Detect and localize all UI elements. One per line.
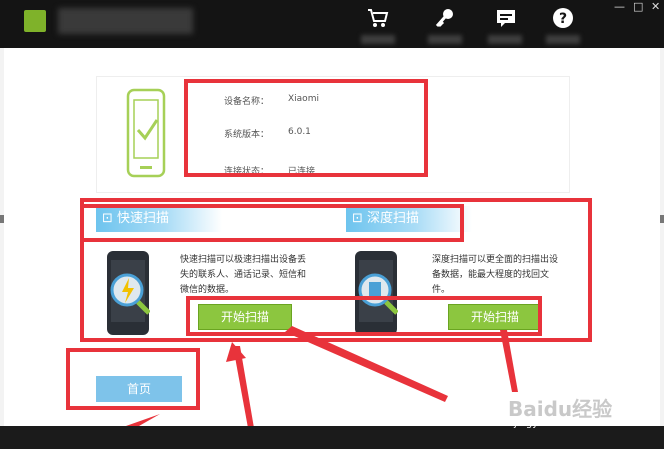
annotation-arrow <box>226 342 246 362</box>
annotation-arrow <box>285 326 448 402</box>
watermark-url: jingyan.baidu.com <box>514 418 607 429</box>
annotation-arrow <box>500 330 518 392</box>
bottom-bar <box>0 426 664 449</box>
annotation-arrows <box>126 326 518 430</box>
